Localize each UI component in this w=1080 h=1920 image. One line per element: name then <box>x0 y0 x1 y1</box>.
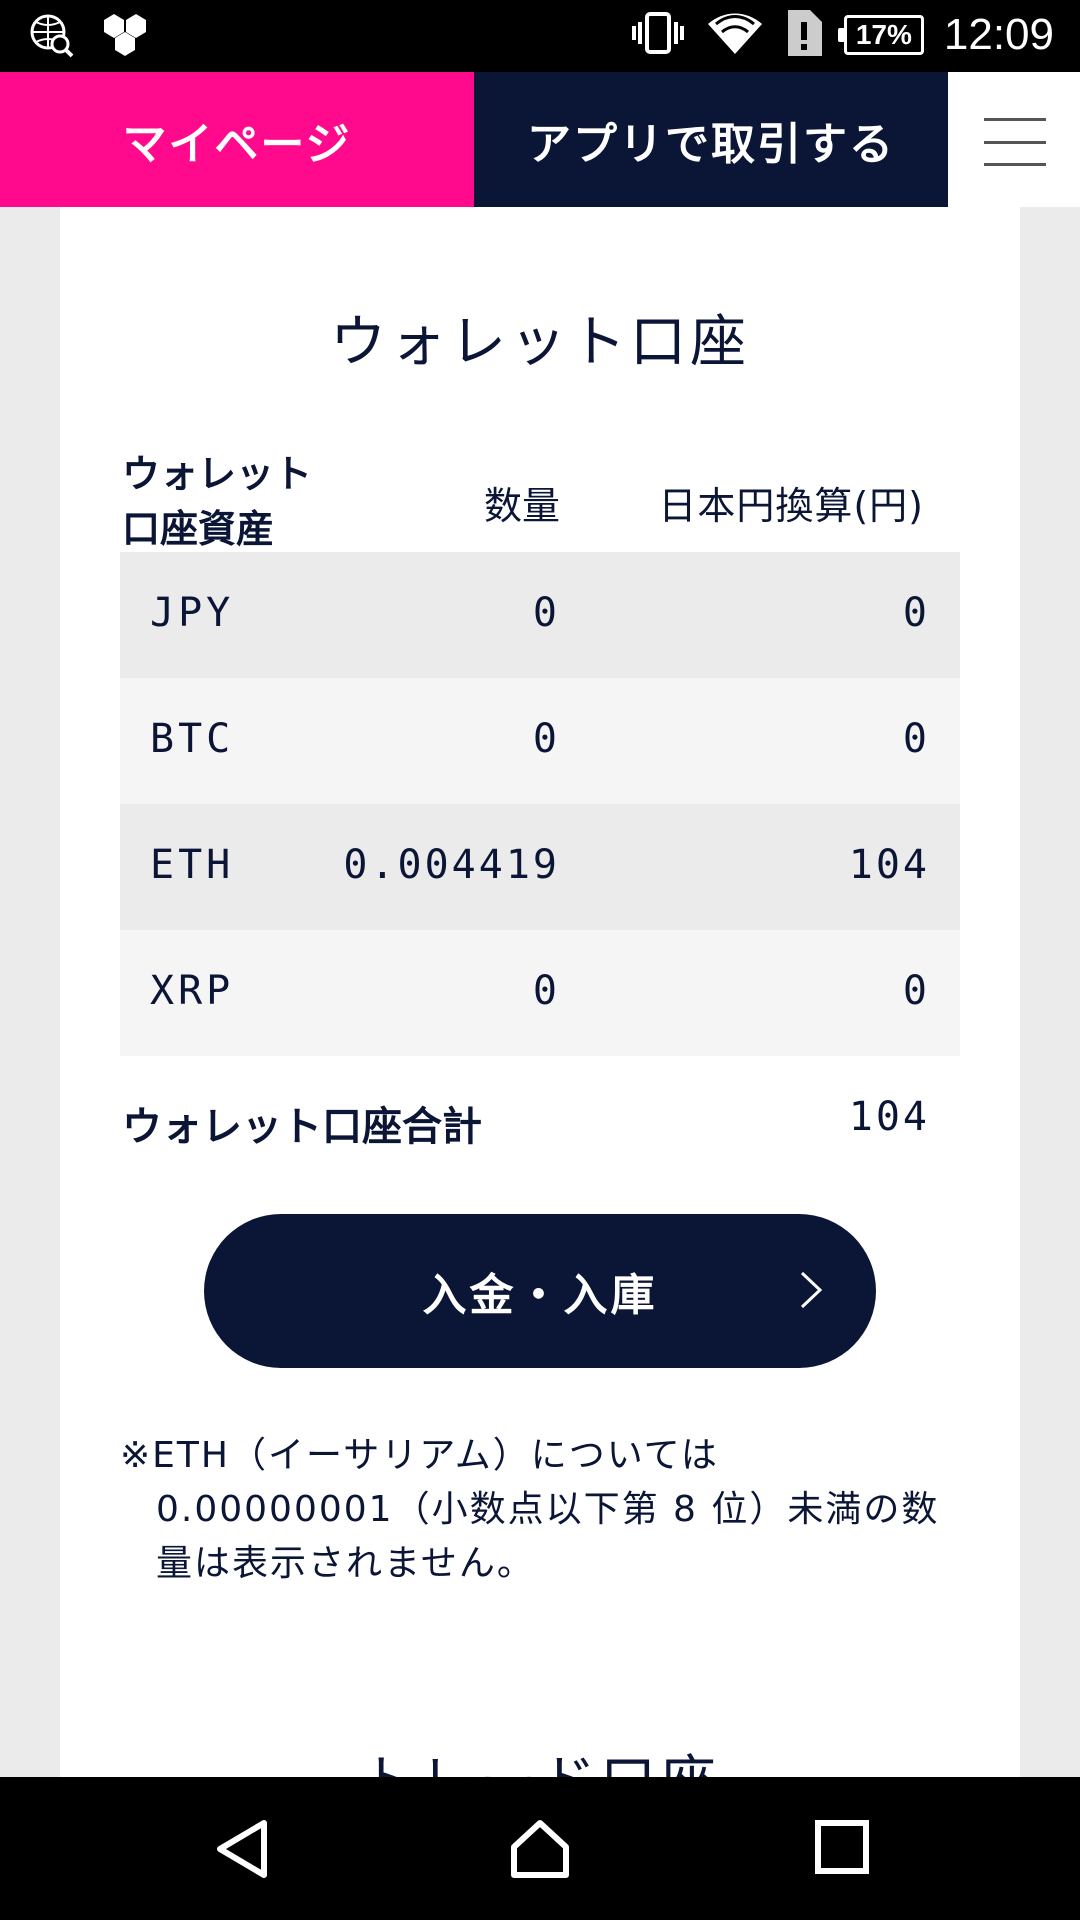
app-trade-tab[interactable]: アプリで取引する <box>474 72 948 207</box>
hexagon-icon <box>100 12 150 62</box>
note-line-2: 0.00000001（小数点以下第 8 位）未満の数 <box>156 1489 940 1530</box>
wifi-icon <box>706 8 764 62</box>
table-header: ウォレット 口座資産 数量 日本円換算(円) <box>120 447 960 552</box>
vibrate-icon <box>630 10 686 60</box>
table-row: ETH 0.004419 104 <box>120 804 960 930</box>
note-line-3: 量は表示されません。 <box>156 1543 535 1584</box>
battery-icon: 17% <box>837 15 924 55</box>
asset-quantity: 0 <box>532 716 560 762</box>
asset-name: ETH <box>150 842 235 888</box>
table-row: JPY 0 0 <box>120 552 960 678</box>
wallet-total-value: 104 <box>848 1094 930 1140</box>
wallet-total-row: ウォレット口座合計 104 <box>120 1056 960 1186</box>
column-header-asset-line1: ウォレット <box>122 452 313 496</box>
mypage-tab[interactable]: マイページ <box>0 72 474 207</box>
asset-jpy-value: 0 <box>902 716 930 762</box>
alert-sim-icon <box>784 8 824 62</box>
site-header: マイページ アプリで取引する <box>0 72 1080 207</box>
table-row: XRP 0 0 <box>120 930 960 1056</box>
asset-jpy-value: 104 <box>848 842 930 888</box>
eth-display-note: ※ETH（イーサリアム）については 0.00000001（小数点以下第 8 位）… <box>120 1429 950 1591</box>
clock: 12:09 <box>943 10 1054 59</box>
deposit-button-label: 入金・入庫 <box>422 1270 658 1321</box>
note-line-1: ※ETH（イーサリアム）については <box>120 1435 719 1476</box>
status-bar: 17% 12:09 <box>0 0 1080 72</box>
table-row: BTC 0 0 <box>120 678 960 804</box>
globe-search-icon <box>28 12 74 62</box>
asset-quantity: 0.004419 <box>343 842 560 888</box>
column-header-asset: ウォレット 口座資産 <box>122 447 382 557</box>
hamburger-menu-icon[interactable] <box>960 112 1070 172</box>
column-header-quantity: 数量 <box>483 484 560 528</box>
wallet-table: ウォレット 口座資産 数量 日本円換算(円) JPY 0 0 BTC 0 0 E… <box>120 447 960 1186</box>
wallet-total-label: ウォレット口座合計 <box>122 1104 482 1150</box>
deposit-button[interactable]: 入金・入庫 <box>204 1214 876 1368</box>
back-icon[interactable] <box>212 1817 272 1881</box>
battery-level: 17% <box>855 19 912 50</box>
chevron-right-icon <box>800 1271 823 1309</box>
home-icon[interactable] <box>508 1817 572 1881</box>
column-header-asset-line2: 口座資産 <box>122 507 275 552</box>
asset-name: BTC <box>150 716 235 762</box>
asset-jpy-value: 0 <box>902 968 930 1014</box>
asset-quantity: 0 <box>532 968 560 1014</box>
asset-name: XRP <box>150 968 235 1014</box>
asset-name: JPY <box>150 590 235 636</box>
recents-icon[interactable] <box>812 1817 872 1877</box>
navigation-bar <box>0 1777 1080 1920</box>
asset-jpy-value: 0 <box>902 590 930 636</box>
asset-quantity: 0 <box>532 590 560 636</box>
wallet-section-title: ウォレット口座 <box>330 310 750 375</box>
column-header-jpy: 日本円換算(円) <box>658 484 924 528</box>
wallet-card: ウォレット口座 ウォレット 口座資産 数量 日本円換算(円) JPY 0 0 B… <box>60 207 1020 1815</box>
